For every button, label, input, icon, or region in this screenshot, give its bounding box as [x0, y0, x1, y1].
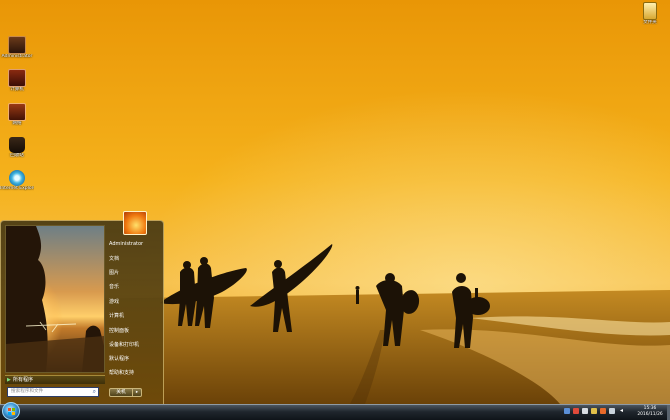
start-menu-item-music[interactable]: 音乐	[109, 282, 161, 292]
start-search-input[interactable]: 搜索程序和文件 ⌕	[7, 387, 99, 397]
desktop-icon-label: 计算机	[10, 87, 24, 92]
desktop-icon-administrator[interactable]: Administrator	[0, 36, 34, 59]
shutdown-options-button[interactable]: ▸	[133, 388, 142, 397]
start-menu-item-administrator[interactable]: Administrator	[109, 239, 161, 249]
start-menu-item-computer[interactable]: 计算机	[109, 311, 161, 321]
all-programs-label: 所有程序	[13, 377, 34, 383]
desktop-icon-label: 文件夹	[643, 20, 657, 25]
pinned-picture-thumbnail	[6, 226, 104, 372]
network-icon	[8, 103, 26, 121]
clock-date: 2016/11/26	[637, 411, 663, 417]
desktop-icon-label: 网络	[12, 121, 22, 126]
windows-logo-icon	[8, 408, 15, 415]
tray-flag-icon[interactable]	[591, 408, 597, 414]
computer-icon	[8, 69, 26, 87]
folder-icon	[643, 2, 657, 20]
start-menu-item-games[interactable]: 游戏	[109, 297, 161, 307]
desktop-icon-label: 回收站	[10, 153, 24, 158]
user-account-picture[interactable]	[123, 211, 147, 235]
system-clock[interactable]: 15:36 2016/11/26	[633, 406, 667, 417]
search-placeholder: 搜索程序和文件	[11, 389, 44, 394]
start-menu-item-default-programs[interactable]: 默认程序	[109, 354, 161, 364]
start-menu-item-control-panel[interactable]: 控制面板	[109, 326, 161, 336]
tray-alert-icon[interactable]	[600, 408, 606, 414]
recycle-bin-icon	[9, 137, 25, 153]
shutdown-button[interactable]: 关机	[109, 388, 133, 397]
start-menu-item-pictures[interactable]: 图片	[109, 268, 161, 278]
internet-explorer-icon	[9, 170, 25, 186]
start-button[interactable]	[2, 402, 20, 420]
start-menu-item-documents[interactable]: 文档	[109, 254, 161, 264]
taskbar: ◂ 15:36 2016/11/26	[0, 402, 670, 420]
start-menu-program-pane	[5, 225, 105, 373]
volume-icon[interactable]: ◂	[620, 408, 626, 414]
user-folder-icon	[8, 36, 26, 54]
start-menu-item-help-support[interactable]: 帮助和支持	[109, 368, 161, 378]
tray-display-icon[interactable]	[609, 408, 615, 414]
desktop-icon-label: Administrator	[1, 54, 33, 59]
arrow-right-icon: ▶	[7, 377, 11, 383]
all-programs-button[interactable]: ▶ 所有程序	[5, 375, 105, 384]
desktop-icon-computer[interactable]: 计算机	[0, 69, 34, 92]
search-icon: ⌕	[92, 388, 96, 395]
tray-network-icon[interactable]	[582, 408, 588, 414]
desktop-icon-recycle-bin[interactable]: 回收站	[0, 137, 34, 158]
start-menu: Administrator 文档 图片 音乐 游戏 计算机 控制面板 设备和打印…	[0, 211, 164, 405]
desktop-icon-internet-explorer[interactable]: Internet Explorer	[0, 170, 34, 191]
desktop-icon-label: Internet Explorer	[0, 186, 34, 191]
desktop-icon-top-right-folder[interactable]: 文件夹	[633, 2, 667, 25]
tray-security-icon[interactable]	[573, 408, 579, 414]
tray-app-icon[interactable]	[564, 408, 570, 414]
start-menu-item-devices-printers[interactable]: 设备和打印机	[109, 340, 161, 350]
desktop-icon-network[interactable]: 网络	[0, 103, 34, 126]
notification-area: ◂ 15:36 2016/11/26	[562, 405, 670, 420]
